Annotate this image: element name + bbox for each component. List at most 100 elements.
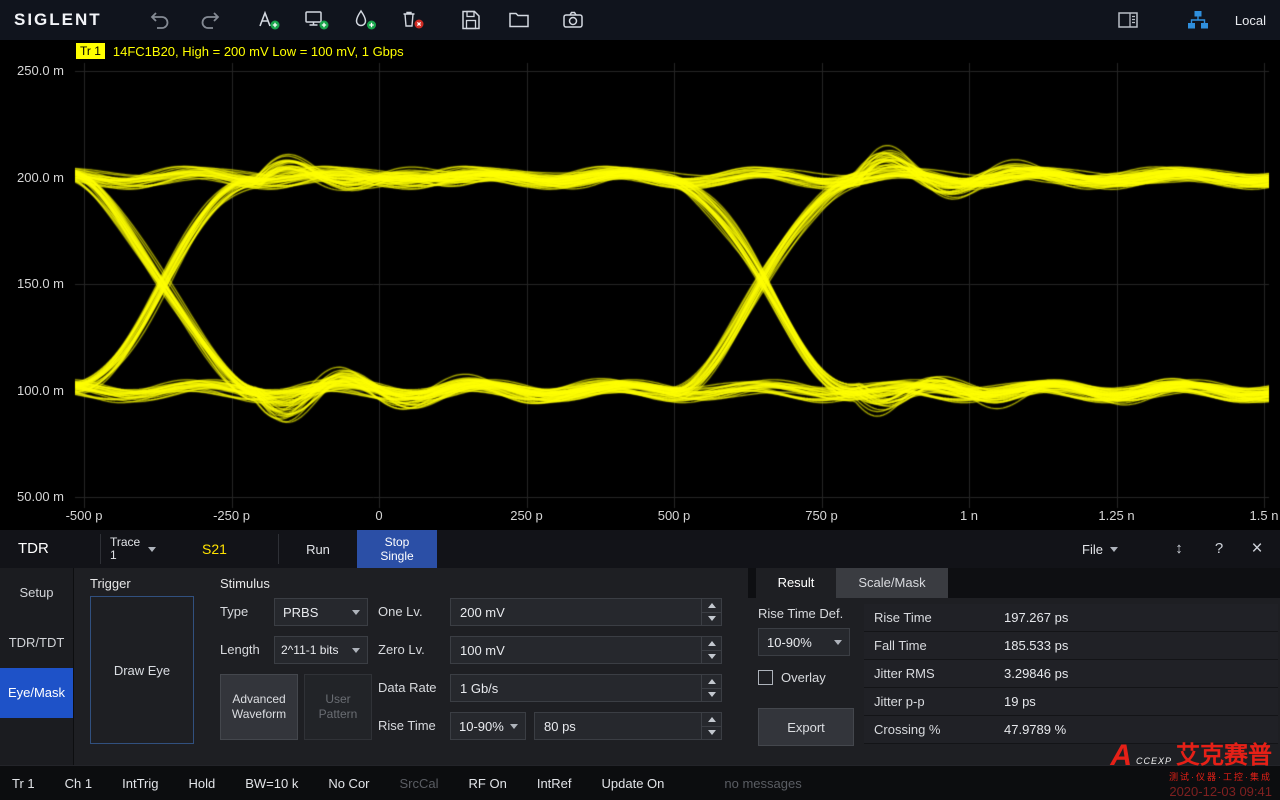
increment-button[interactable] (702, 675, 721, 689)
sidebar-item-eye-mask[interactable]: Eye/Mask (0, 668, 73, 718)
length-label: Length (220, 636, 270, 664)
decrement-button[interactable] (702, 727, 721, 740)
save-button[interactable] (456, 6, 486, 34)
status-rf[interactable]: RF On (469, 776, 507, 791)
close-icon[interactable]: × (1244, 530, 1270, 568)
one-level-input[interactable]: 200 mV (450, 598, 722, 626)
overlay-checkbox-row[interactable]: Overlay (758, 670, 826, 685)
status-correction[interactable]: No Cor (328, 776, 369, 791)
instrument-app: SIGLENT (0, 0, 1280, 800)
panel-body: Setup TDR/TDT Eye/Mask Trigger Draw Eye … (0, 568, 1280, 765)
trace-annotation-text: 14FC1B20, High = 200 mV Low = 100 mV, 1 … (113, 44, 404, 59)
sparam-button[interactable]: S21 (202, 530, 227, 568)
add-trace-icon (256, 8, 282, 32)
trace-selector[interactable]: Trace 1 (110, 530, 156, 568)
top-toolbar: SIGLENT (0, 0, 1280, 40)
undo-icon (149, 8, 173, 32)
prbs-type-value: PRBS (275, 605, 352, 620)
chevron-down-icon (352, 648, 360, 653)
status-bar: Tr 1 Ch 1 IntTrig Hold BW=10 k No Cor Sr… (0, 765, 1280, 800)
result-value: 185.533 ps (1004, 638, 1068, 653)
panel-content: Trigger Draw Eye Stimulus Type PRBS One … (74, 568, 1280, 765)
export-button[interactable]: Export (758, 708, 854, 746)
workspace-layout-button[interactable] (1113, 6, 1143, 34)
redo-button[interactable] (194, 6, 224, 34)
result-label: Crossing % (864, 722, 1004, 737)
result-value: 197.267 ps (1004, 610, 1068, 625)
y-axis-tick-label: 150.0 m (6, 276, 64, 291)
panel-resize-icon[interactable]: ↕ (1166, 530, 1192, 568)
draw-eye-button[interactable]: Draw Eye (90, 596, 194, 744)
status-channel[interactable]: Ch 1 (65, 776, 92, 791)
vendor-watermark: A CCEXP 艾克赛普 测试·仪器·工控·集成 2020-12-03 09:4… (1110, 743, 1272, 799)
status-hold[interactable]: Hold (188, 776, 215, 791)
status-reference[interactable]: IntRef (537, 776, 572, 791)
add-marker-icon (352, 8, 378, 32)
file-menu-button[interactable]: File (1082, 530, 1118, 568)
result-rise-def-select[interactable]: 10-90% (758, 628, 850, 656)
result-row: Jitter p-p19 ps (864, 688, 1278, 716)
stimulus-section-title: Stimulus (220, 576, 270, 591)
sidebar-item-tdr-tdt[interactable]: TDR/TDT (0, 618, 73, 668)
trigger-section-title: Trigger (90, 576, 131, 591)
x-axis-tick-label: 1.25 n (1077, 508, 1157, 523)
help-icon[interactable]: ? (1206, 530, 1232, 568)
tab-scale-mask[interactable]: Scale/Mask (836, 568, 948, 598)
run-button[interactable]: Run (279, 530, 357, 568)
stop-single-button[interactable]: Stop Single (357, 530, 437, 568)
rise-time-def-value: 10-90% (451, 719, 510, 734)
zero-level-input[interactable]: 100 mV (450, 636, 722, 664)
eye-diagram-canvas[interactable] (0, 40, 1280, 530)
brand-logo: SIGLENT (14, 10, 102, 30)
status-bandwidth[interactable]: BW=10 k (245, 776, 298, 791)
arrow-down-icon (708, 692, 716, 697)
arrow-up-icon (708, 603, 716, 608)
increment-button[interactable] (702, 599, 721, 613)
status-trigger[interactable]: IntTrig (122, 776, 158, 791)
open-file-button[interactable] (504, 6, 534, 34)
screenshot-button[interactable] (558, 6, 588, 34)
decrement-button[interactable] (702, 613, 721, 626)
add-marker-button[interactable] (350, 6, 380, 34)
result-value: 19 ps (1004, 694, 1036, 709)
data-rate-input[interactable]: 1 Gb/s (450, 674, 722, 702)
sidebar-item-setup[interactable]: Setup (0, 568, 73, 618)
arrow-up-icon (708, 641, 716, 646)
delete-button[interactable] (398, 6, 428, 34)
decrement-button[interactable] (702, 651, 721, 664)
status-trace[interactable]: Tr 1 (12, 776, 35, 791)
chevron-down-icon (510, 724, 518, 729)
arrow-down-icon (708, 616, 716, 621)
lan-status-button[interactable] (1183, 6, 1213, 34)
user-pattern-button[interactable]: User Pattern (304, 674, 372, 740)
rise-time-value: 80 ps (535, 719, 701, 734)
status-srccal: SrcCal (400, 776, 439, 791)
advanced-waveform-button[interactable]: Advanced Waveform (220, 674, 298, 740)
increment-button[interactable] (702, 637, 721, 651)
x-axis-tick-label: 0 (339, 508, 419, 523)
separator (100, 534, 101, 564)
overlay-checkbox[interactable] (758, 670, 773, 685)
trace-badge[interactable]: Tr 1 (76, 43, 105, 59)
local-mode-label[interactable]: Local (1235, 13, 1266, 28)
add-window-button[interactable] (302, 6, 332, 34)
increment-button[interactable] (702, 713, 721, 727)
prbs-length-select[interactable]: 2^11-1 bits (274, 636, 368, 664)
rise-time-input[interactable]: 80 ps (534, 712, 722, 740)
x-axis-tick-label: 1 n (929, 508, 1009, 523)
tab-result[interactable]: Result (756, 568, 836, 598)
prbs-type-select[interactable]: PRBS (274, 598, 368, 626)
chevron-down-icon (834, 640, 842, 645)
arrow-down-icon (708, 654, 716, 659)
y-axis-tick-label: 50.00 m (6, 489, 64, 504)
status-update[interactable]: Update On (602, 776, 665, 791)
redo-icon (197, 8, 221, 32)
x-axis-tick-label: -250 p (192, 508, 272, 523)
y-axis-tick-label: 200.0 m (6, 170, 64, 185)
rise-time-label: Rise Time (378, 712, 448, 740)
arrow-up-icon (708, 717, 716, 722)
decrement-button[interactable] (702, 689, 721, 702)
add-trace-button[interactable] (254, 6, 284, 34)
rise-time-def-select[interactable]: 10-90% (450, 712, 526, 740)
undo-button[interactable] (146, 6, 176, 34)
